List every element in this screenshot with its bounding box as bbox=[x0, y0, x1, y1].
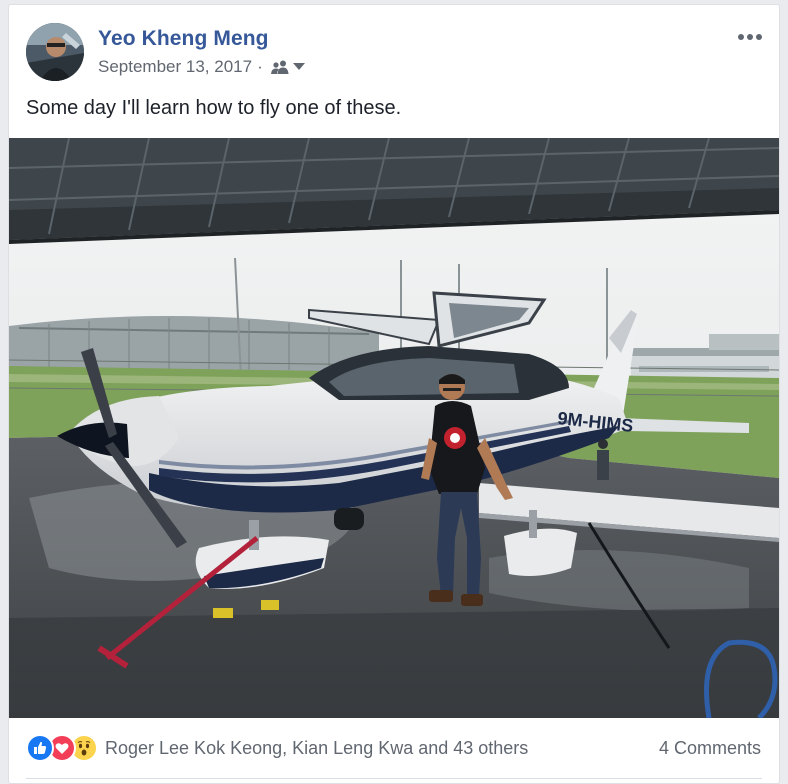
post-timestamp[interactable]: September 13, 2017 bbox=[98, 57, 252, 77]
reactions-bar: Roger Lee Kok Keong, Kian Leng Kwa and 4… bbox=[9, 718, 779, 770]
post-meta: September 13, 2017 · bbox=[98, 57, 305, 77]
more-options-icon[interactable] bbox=[735, 27, 765, 47]
post-header: Yeo Kheng Meng September 13, 2017 · bbox=[9, 5, 779, 95]
caret-down-icon bbox=[292, 63, 305, 70]
author-name-link[interactable]: Yeo Kheng Meng bbox=[98, 27, 269, 51]
like-icon bbox=[26, 734, 54, 762]
post-text: Some day I'll learn how to fly one of th… bbox=[26, 97, 402, 119]
post-card: Yeo Kheng Meng September 13, 2017 · Some… bbox=[8, 4, 780, 784]
meta-separator: · bbox=[257, 57, 263, 76]
audience-selector[interactable] bbox=[270, 60, 305, 74]
post-photo[interactable]: 9M-HIMS bbox=[9, 138, 779, 718]
friends-icon bbox=[270, 60, 289, 74]
divider bbox=[26, 778, 762, 779]
author-avatar[interactable] bbox=[26, 23, 84, 81]
reactors-names-link[interactable]: Roger Lee Kok Keong, Kian Leng Kwa and 4… bbox=[105, 738, 528, 759]
reaction-icons[interactable] bbox=[26, 734, 100, 762]
comments-count-link[interactable]: 4 Comments bbox=[659, 738, 761, 759]
